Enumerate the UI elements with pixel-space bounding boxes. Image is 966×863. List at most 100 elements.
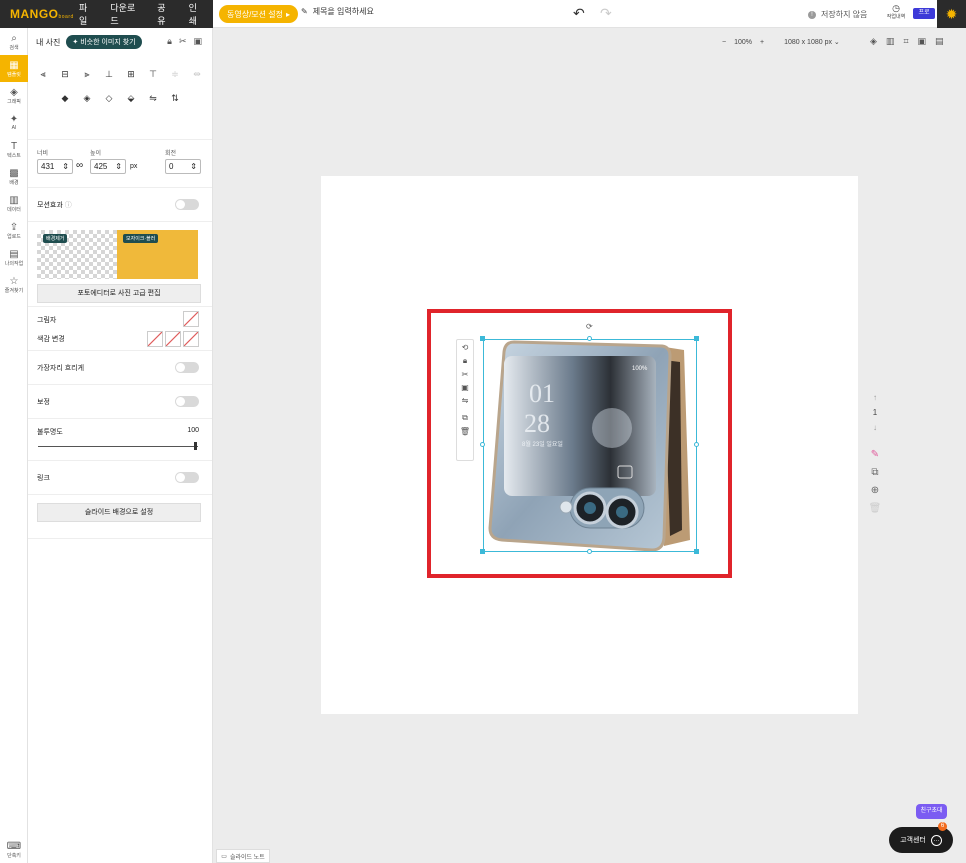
customer-support-button[interactable]: 6 고객센터 … (889, 822, 953, 853)
flip-icon[interactable]: ⇋ (462, 396, 469, 405)
fit-icon[interactable]: ⌗ (903, 36, 908, 47)
duplicate-page-icon[interactable]: ⧉ (871, 467, 878, 478)
zoom-level[interactable]: 100% (734, 39, 752, 46)
height-field[interactable]: 425 ⇕ (90, 159, 126, 174)
link-toggle[interactable] (175, 472, 199, 483)
brand-area: MANGOboard 파일 다운로드 공유 인쇄 (0, 0, 213, 28)
resize-handle-n[interactable] (587, 336, 592, 341)
nav-ai[interactable]: ✦ AI (0, 109, 28, 136)
trash-icon[interactable]: 🗑︎ (460, 427, 470, 436)
flip-h-icon[interactable]: ⇋ (148, 93, 158, 104)
resize-handle-e[interactable] (694, 442, 699, 447)
nav-search[interactable]: ⌕ 검색 (0, 28, 28, 55)
chart-icon[interactable]: ▥ (886, 36, 895, 47)
menu-print[interactable]: 인쇄 (182, 1, 213, 27)
send-back-icon[interactable]: ⬙ (126, 93, 136, 104)
grid-icon[interactable]: ▣ (918, 36, 927, 47)
resize-handle-w[interactable] (480, 442, 485, 447)
title-input[interactable]: ✎ 제목을 입력하세요 (301, 6, 374, 17)
redo-icon[interactable]: ↷ (600, 5, 612, 22)
zoom-out-button[interactable]: − (722, 39, 726, 46)
opacity-slider-handle[interactable] (194, 442, 197, 450)
image-replace-icon[interactable]: ▣ (193, 36, 202, 47)
align-bottom-icon[interactable]: ⊥ (104, 69, 114, 80)
color-swatch-2[interactable] (165, 331, 181, 347)
zoom-in-button[interactable]: + (760, 39, 764, 46)
copy-icon[interactable]: ⧉ (462, 413, 468, 423)
nav-template[interactable]: ▦ 템플릿 (0, 55, 28, 82)
set-background-button[interactable]: 슬라이드 배경으로 설정 (37, 503, 201, 522)
blur-edge-toggle[interactable] (175, 362, 199, 373)
resize-handle-nw[interactable] (480, 336, 485, 341)
color-swatch-1[interactable] (147, 331, 163, 347)
selection-frame[interactable] (483, 339, 697, 552)
magic-brush-icon[interactable]: ✎ (871, 449, 879, 460)
menu-share[interactable]: 공유 (150, 1, 181, 27)
bring-forward-icon[interactable]: ◈ (82, 93, 92, 104)
cut-icon[interactable]: ✂ (179, 36, 187, 47)
nav-upload[interactable]: ⇪ 업로드 (0, 217, 28, 244)
lock-icon[interactable]: 🔒︎ (167, 36, 172, 47)
nav-favorites[interactable]: ☆ 즐겨찾기 (0, 271, 28, 298)
undo-icon[interactable]: ↶ (573, 5, 585, 22)
video-motion-setting-button[interactable]: 동영상/모션 설정 ▸ (219, 5, 298, 23)
stepper-icon: ⇕ (62, 162, 69, 171)
rotate-handle-icon[interactable]: ⟳ (586, 322, 593, 331)
logo[interactable]: MANGOboard (10, 7, 73, 21)
lock-icon[interactable]: 🔒︎ (463, 356, 467, 366)
canvas-size-select[interactable]: 1080 x 1080 px ⌄ (784, 38, 840, 46)
page-tools: ✎ ⧉ ⊕ 🗑︎ (868, 449, 882, 514)
menu-file[interactable]: 파일 (72, 1, 103, 27)
add-page-icon[interactable]: ⊕ (871, 485, 879, 496)
nav-data[interactable]: ▥ 데이터 (0, 190, 28, 217)
layers-icon[interactable]: ◈ (870, 36, 877, 47)
align-top-icon[interactable]: ⊤ (148, 69, 158, 80)
rotation-field[interactable]: 0 ⇕ (165, 159, 201, 174)
help-icon[interactable]: ⓘ (65, 202, 72, 209)
distribute-h-icon[interactable]: ⇹ (192, 69, 202, 80)
nav-my-work[interactable]: ▤ 나의작업 (0, 244, 28, 271)
menu-download[interactable]: 다운로드 (103, 1, 150, 27)
resize-handle-sw[interactable] (480, 549, 485, 554)
nav-shortcuts[interactable]: ⌨ 단축키 (0, 836, 28, 863)
page-down-icon[interactable]: ↓ (873, 423, 877, 432)
send-backward-icon[interactable]: ◇ (104, 93, 114, 104)
cut-icon[interactable]: ✂ (462, 370, 469, 379)
distribute-v-icon[interactable]: ≑ (170, 69, 180, 80)
align-middle-v-icon[interactable]: ⊞ (126, 69, 136, 80)
promo-mosaic-image[interactable]: 모자이크·블러 (117, 230, 198, 279)
image-icon[interactable]: ▣ (461, 383, 469, 392)
folder-icon: ▤ (9, 248, 19, 260)
slide-note-button[interactable]: ▭ 슬라이드 노트 (216, 849, 270, 863)
nav-text[interactable]: T 텍스트 (0, 136, 28, 163)
find-similar-button[interactable]: ✦ 비슷한 이미지 찾기 (66, 35, 142, 49)
nav-graphic[interactable]: ◈ 그래픽 (0, 82, 28, 109)
invite-button[interactable]: 친구초대 (916, 804, 947, 819)
page-up-icon[interactable]: ↑ (873, 393, 877, 402)
resize-handle-se[interactable] (694, 549, 699, 554)
stepper-icon: ⇕ (115, 162, 122, 171)
resize-handle-s[interactable] (587, 549, 592, 554)
link-ratio-icon[interactable]: ∞ (76, 160, 83, 171)
plan-badge[interactable]: 프로 (913, 8, 935, 19)
history-button[interactable]: ◷ 작업내역 (884, 3, 908, 21)
align-right-icon[interactable]: ⫸ (82, 69, 92, 80)
align-left-icon[interactable]: ⫷ (38, 69, 48, 80)
opacity-slider[interactable] (38, 446, 198, 447)
flip-v-icon[interactable]: ⇅ (170, 93, 180, 104)
gear-icon[interactable]: ✹ (937, 0, 966, 28)
align-center-h-icon[interactable]: ⊟ (60, 69, 70, 80)
replace-icon[interactable]: ⟲ (462, 343, 469, 352)
delete-page-icon[interactable]: 🗑︎ (869, 503, 882, 514)
motion-toggle[interactable] (175, 199, 199, 210)
resize-handle-ne[interactable] (694, 336, 699, 341)
correction-toggle[interactable] (175, 396, 199, 407)
nav-background[interactable]: ▩ 배경 (0, 163, 28, 190)
preview-icon[interactable]: ▤ (935, 36, 944, 47)
shadow-swatch[interactable] (183, 311, 199, 327)
width-field[interactable]: 431 ⇕ (37, 159, 73, 174)
color-swatch-3[interactable] (183, 331, 199, 347)
promo-bg-remove-image[interactable]: 배경제거 (37, 230, 117, 279)
bring-front-icon[interactable]: ◆ (60, 93, 70, 104)
photo-editor-button[interactable]: 포토에디터로 사진 고급 편집 (37, 284, 201, 303)
